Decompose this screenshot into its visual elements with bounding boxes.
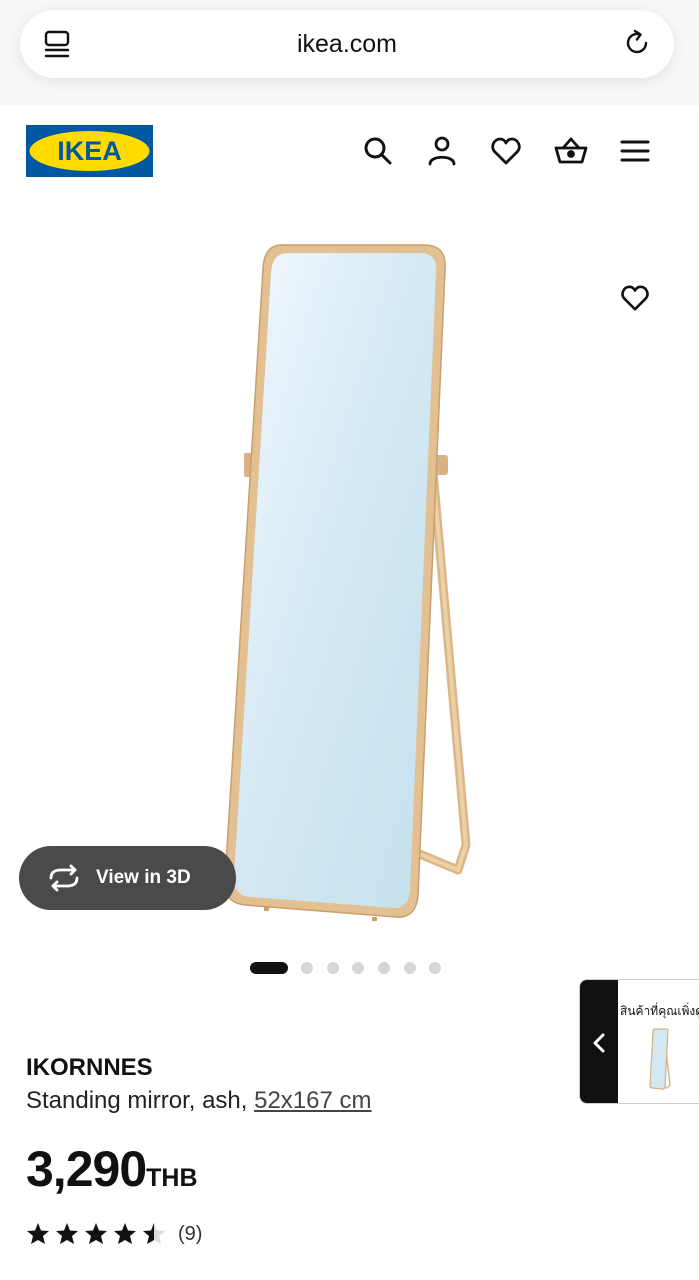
menu-icon[interactable] — [619, 135, 651, 167]
rating-star-icon — [114, 1223, 136, 1244]
browser-chrome: ikea.com — [0, 0, 699, 105]
product-description-text: Standing mirror, ash, — [26, 1087, 248, 1114]
carousel-indicator — [0, 962, 699, 974]
site-header: IKEA — [0, 105, 699, 200]
product-size-link[interactable]: 52x167 cm — [254, 1087, 371, 1114]
view-3d-label: View in 3D — [96, 867, 191, 888]
product-gallery[interactable] — [0, 205, 699, 940]
address-bar[interactable]: ikea.com — [20, 10, 674, 78]
rating-star-icon — [56, 1223, 78, 1244]
logo-text: IKEA — [57, 136, 122, 166]
price-amount: 3,290 — [26, 1141, 147, 1197]
carousel-dot[interactable] — [429, 962, 441, 974]
product-name[interactable]: IKORNNES — [26, 1054, 153, 1082]
carousel-dot[interactable] — [301, 962, 313, 974]
ikea-logo[interactable]: IKEA — [26, 125, 153, 177]
basket-icon[interactable] — [554, 135, 588, 167]
carousel-dot[interactable] — [404, 962, 416, 974]
carousel-dot[interactable] — [352, 962, 364, 974]
rating-star-icon — [27, 1223, 49, 1244]
heart-icon — [621, 285, 649, 311]
review-count[interactable]: (9) — [178, 1223, 202, 1246]
recently-viewed-toggle[interactable] — [580, 980, 618, 1103]
carousel-dot-active[interactable] — [250, 962, 288, 974]
product-image — [224, 244, 471, 921]
carousel-dot[interactable] — [327, 962, 339, 974]
view-3d-button[interactable]: View in 3D — [19, 846, 236, 910]
recently-viewed-drawer[interactable]: สินค้าที่คุณเพิ่งดู — [579, 979, 699, 1104]
user-icon[interactable] — [426, 135, 458, 167]
favourite-button[interactable] — [612, 275, 658, 321]
rating-star-icon — [85, 1223, 107, 1244]
chevron-left-icon — [593, 1033, 605, 1053]
reload-icon[interactable] — [622, 28, 652, 58]
recently-viewed-item[interactable] — [640, 1025, 680, 1093]
heart-icon[interactable] — [490, 135, 522, 167]
price-currency: THB — [146, 1164, 198, 1192]
rating-star-icon — [143, 1223, 165, 1244]
carousel-dot[interactable] — [378, 962, 390, 974]
search-icon[interactable] — [362, 135, 394, 167]
product-price: 3,290THB — [26, 1140, 198, 1198]
product-description: Standing mirror, ash, 52x167 cm — [26, 1087, 372, 1115]
recently-viewed-title: สินค้าที่คุณเพิ่งดู — [620, 1004, 699, 1018]
rotate-3d-icon — [49, 864, 79, 892]
url-text[interactable]: ikea.com — [20, 30, 674, 59]
